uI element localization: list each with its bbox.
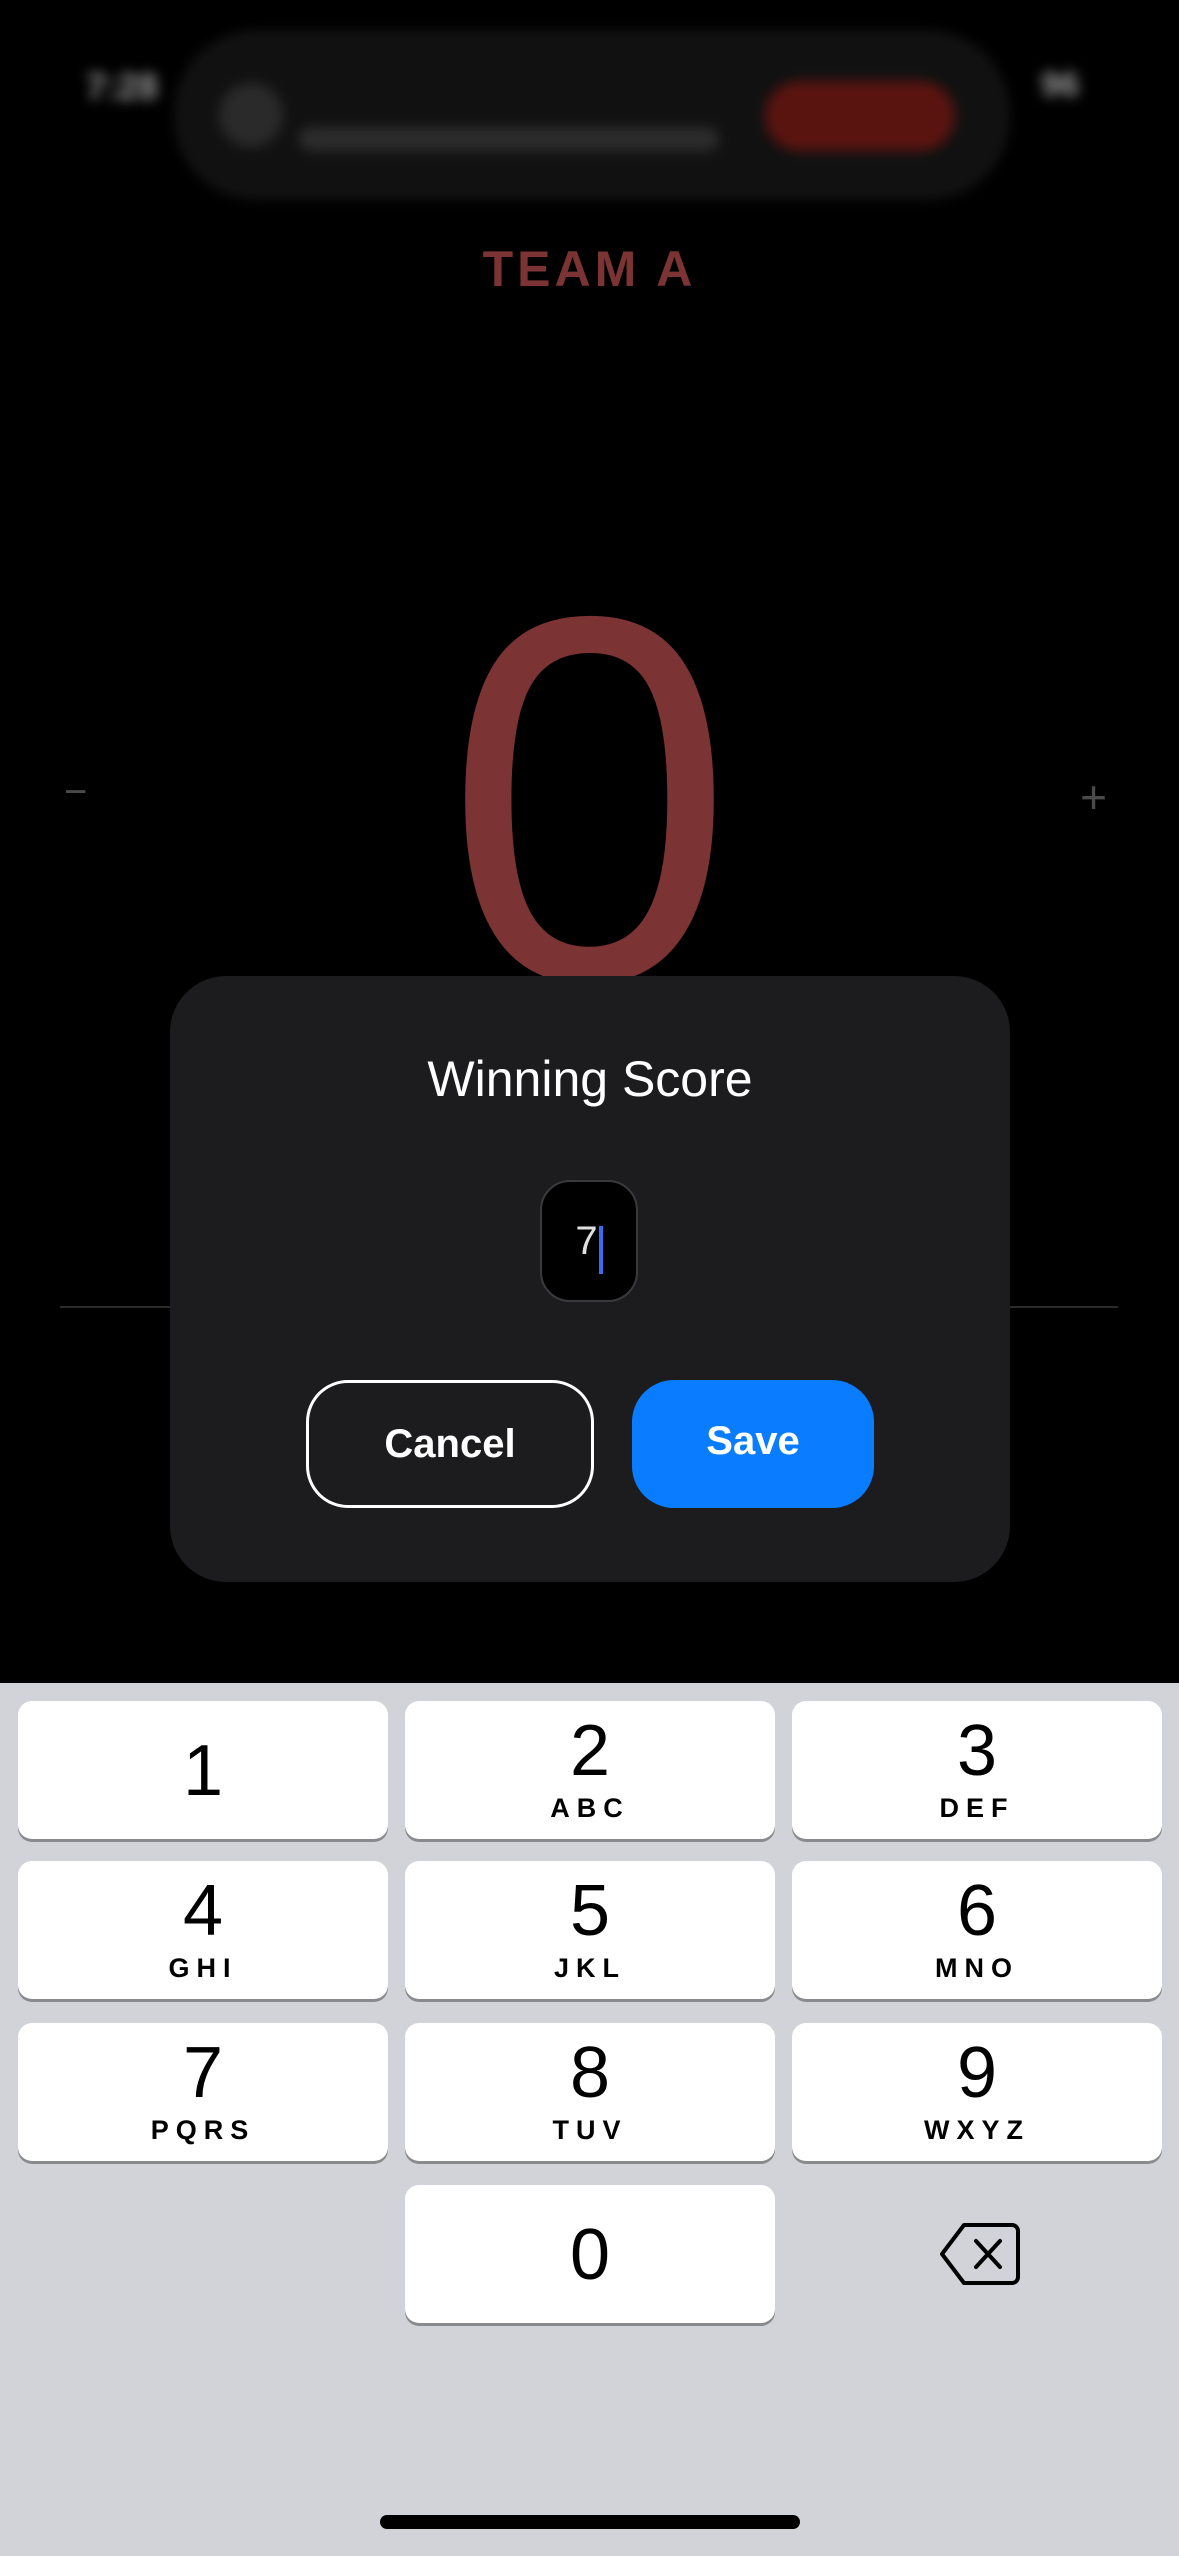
key-4[interactable]: 4 GHI: [18, 1861, 388, 1999]
home-indicator[interactable]: [380, 2515, 800, 2529]
key-digit: 3: [956, 1711, 998, 1791]
save-button[interactable]: Save: [632, 1380, 874, 1508]
key-5[interactable]: 5 JKL: [405, 1861, 775, 1999]
key-3[interactable]: 3 DEF: [792, 1701, 1162, 1839]
key-digit: 6: [956, 1871, 998, 1951]
key-digit: 0: [569, 2215, 611, 2295]
live-activity-badge: [765, 81, 955, 151]
key-digit: 1: [182, 1731, 224, 1811]
key-letters: ABC: [550, 1793, 630, 1823]
key-letters: GHI: [168, 1953, 238, 1983]
key-digit: 4: [182, 1871, 224, 1951]
team-name: TEAM A: [482, 241, 697, 297]
live-activity-text: [299, 127, 719, 151]
delete-left-icon[interactable]: [940, 2219, 1020, 2289]
key-digit: 7: [182, 2033, 224, 2113]
live-activity-icon: [219, 83, 283, 147]
key-0[interactable]: 0: [405, 2185, 775, 2323]
key-9[interactable]: 9 WXYZ: [792, 2023, 1162, 2161]
key-digit: 2: [569, 1711, 611, 1791]
key-digit: 9: [956, 2033, 998, 2113]
key-letters: TUV: [552, 2115, 628, 2145]
key-letters: MNO: [935, 1953, 1019, 1983]
key-digit: 5: [569, 1871, 611, 1951]
text-caret: [598, 1225, 603, 1274]
key-digit: 8: [569, 2033, 611, 2113]
winning-score-dialog: Winning Score 7 Cancel Save: [170, 976, 1010, 1582]
winning-score-input[interactable]: 7: [540, 1180, 638, 1302]
key-letters: PQRS: [150, 2115, 256, 2145]
key-letters: DEF: [939, 1793, 1015, 1823]
key-8[interactable]: 8 TUV: [405, 2023, 775, 2161]
key-letters: WXYZ: [924, 2115, 1030, 2145]
key-2[interactable]: 2 ABC: [405, 1701, 775, 1839]
key-6[interactable]: 6 MNO: [792, 1861, 1162, 1999]
key-7[interactable]: 7 PQRS: [18, 2023, 388, 2161]
key-1[interactable]: 1: [18, 1701, 388, 1839]
key-letters: JKL: [553, 1953, 626, 1983]
status-time: 7:28: [86, 66, 159, 107]
input-value: 7: [575, 1219, 598, 1263]
cancel-button[interactable]: Cancel: [306, 1380, 594, 1508]
battery-level: 96: [1041, 66, 1079, 104]
status-bar: 7:28 96: [0, 0, 1179, 200]
numeric-keyboard: 1 2 ABC 3 DEF 4 GHI 5 JKL 6 MNO 7 PQRS 8…: [0, 1683, 1179, 2556]
dynamic-island-live-activity: [176, 32, 1008, 198]
dialog-title: Winning Score: [427, 1051, 753, 1107]
